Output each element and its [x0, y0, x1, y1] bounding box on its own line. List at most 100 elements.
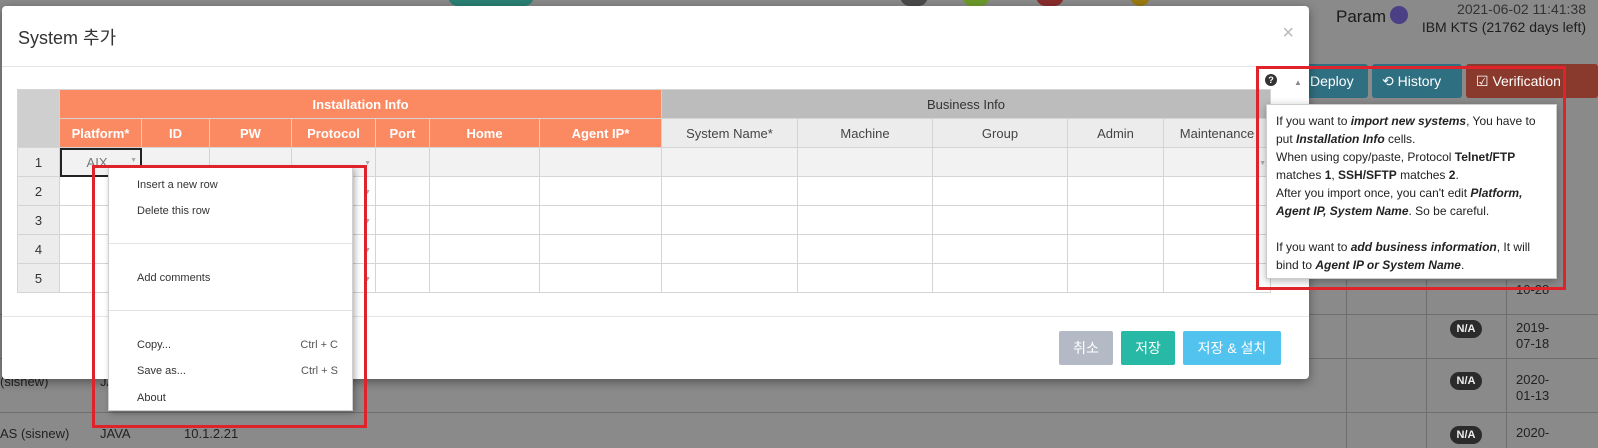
verification-label: Verification: [1492, 73, 1561, 89]
maintenance-cell[interactable]: [1163, 147, 1271, 177]
grid-cell[interactable]: [797, 147, 933, 177]
grid-cell[interactable]: [1067, 205, 1164, 235]
grid-cell[interactable]: [539, 176, 662, 206]
grid-cell[interactable]: [1067, 234, 1164, 264]
menu-shortcut: Ctrl + S: [301, 365, 338, 377]
grid-cell[interactable]: [429, 147, 540, 177]
grid-cell[interactable]: [1163, 234, 1271, 264]
grid-cell[interactable]: [1163, 263, 1271, 293]
deploy-button[interactable]: Deploy: [1300, 64, 1368, 98]
deploy-label: Deploy: [1310, 73, 1354, 89]
grid-cell[interactable]: [1067, 176, 1164, 206]
grid-cell[interactable]: [539, 234, 662, 264]
row-number[interactable]: 4: [17, 234, 60, 264]
row-number[interactable]: 1: [17, 147, 60, 177]
save-button[interactable]: 저장: [1121, 331, 1175, 365]
col-header-platform[interactable]: Platform*: [59, 118, 142, 148]
grid-cell[interactable]: [797, 205, 933, 235]
menu-shortcut: Ctrl + C: [300, 339, 338, 351]
status-badge: N/A: [1450, 372, 1482, 390]
grid-cell[interactable]: [797, 263, 933, 293]
grid-cell[interactable]: [429, 176, 540, 206]
grid-cell[interactable]: [932, 147, 1068, 177]
help-text: .: [1460, 258, 1465, 272]
grid-cell[interactable]: [661, 147, 798, 177]
history-label: History: [1397, 73, 1442, 89]
menu-item-insert-row[interactable]: Insert a new row: [137, 174, 338, 196]
param-label[interactable]: Param: [1336, 6, 1409, 27]
menu-item-copy[interactable]: Copy... Ctrl + C: [137, 334, 338, 356]
grid-cell[interactable]: [429, 234, 540, 264]
grid-cell[interactable]: [539, 147, 662, 177]
platform-value: AIX: [86, 154, 108, 170]
menu-item-save-as[interactable]: Save as... Ctrl + S: [137, 360, 338, 382]
col-header-port[interactable]: Port: [375, 118, 430, 148]
menu-item-delete-row[interactable]: Delete this row: [137, 200, 338, 222]
grid-cell[interactable]: [375, 234, 430, 264]
grid-cell[interactable]: [932, 263, 1068, 293]
grid-cell[interactable]: [375, 176, 430, 206]
grid-cell[interactable]: [539, 205, 662, 235]
col-header-group[interactable]: Group: [932, 118, 1068, 148]
menu-item-add-comments[interactable]: Add comments: [137, 267, 338, 289]
help-text: .: [1455, 168, 1459, 182]
help-spacer: [1276, 220, 1547, 238]
col-header-machine[interactable]: Machine: [797, 118, 933, 148]
bg-system-name: AS (sisnew): [0, 426, 70, 441]
help-text: SSH/SFTP: [1338, 168, 1397, 182]
col-header-id[interactable]: ID: [141, 118, 210, 148]
history-button[interactable]: ⟲ History: [1372, 64, 1462, 98]
grid-cell[interactable]: [375, 263, 430, 293]
col-header-protocol[interactable]: Protocol: [291, 118, 376, 148]
menu-item-label: About: [137, 392, 166, 404]
grid-cell[interactable]: [797, 234, 933, 264]
help-paragraph: If you want to import new systems, You h…: [1276, 112, 1547, 148]
bg-col-divider: [1426, 280, 1427, 448]
menu-separator: [109, 243, 352, 244]
col-header-pw[interactable]: PW: [209, 118, 292, 148]
row-number[interactable]: 3: [17, 205, 60, 235]
grid-cell[interactable]: [1067, 147, 1164, 177]
save-and-install-button[interactable]: 저장 & 설치: [1183, 331, 1281, 365]
menu-item-label: Insert a new row: [137, 179, 218, 191]
col-header-system-name[interactable]: System Name*: [661, 118, 798, 148]
close-icon[interactable]: ×: [1282, 22, 1294, 45]
grid-cell[interactable]: [375, 147, 430, 177]
col-header-maintenance[interactable]: Maintenance: [1163, 118, 1271, 148]
grid-cell[interactable]: [932, 234, 1068, 264]
bg-date: 10-28: [1516, 282, 1550, 297]
param-text: Param: [1336, 7, 1387, 26]
check-icon: ☑: [1476, 73, 1493, 89]
grid-cell[interactable]: [429, 263, 540, 293]
grid-cell[interactable]: [375, 205, 430, 235]
grid-cell[interactable]: [661, 263, 798, 293]
modal-title: System 추가: [18, 28, 117, 48]
grid-cell[interactable]: [932, 205, 1068, 235]
col-header-admin[interactable]: Admin: [1067, 118, 1164, 148]
verification-button[interactable]: ☑ Verification: [1466, 64, 1598, 98]
help-popover: If you want to import new systems, You h…: [1266, 104, 1557, 279]
menu-item-about[interactable]: About: [137, 387, 338, 409]
help-text: matches: [1396, 168, 1449, 182]
cancel-button[interactable]: 취소: [1059, 331, 1113, 365]
grid-cell[interactable]: [1163, 205, 1271, 235]
help-icon[interactable]: ?: [1265, 74, 1277, 86]
help-text: import new systems: [1350, 114, 1467, 128]
help-text: Telnet/FTP: [1454, 150, 1516, 164]
bg-date: 01-13: [1516, 388, 1550, 403]
grid-corner: [17, 89, 60, 148]
grid-cell[interactable]: [797, 176, 933, 206]
grid-cell[interactable]: [429, 205, 540, 235]
row-number[interactable]: 2: [17, 176, 60, 206]
grid-cell[interactable]: [1163, 176, 1271, 206]
grid-cell[interactable]: [661, 234, 798, 264]
grid-cell[interactable]: [1067, 263, 1164, 293]
grid-cell[interactable]: [932, 176, 1068, 206]
grid-cell[interactable]: [661, 176, 798, 206]
row-number[interactable]: 5: [17, 263, 60, 293]
col-header-agent-ip[interactable]: Agent IP*: [539, 118, 662, 148]
grid-cell[interactable]: [539, 263, 662, 293]
col-header-home[interactable]: Home: [429, 118, 540, 148]
bg-date: 07-18: [1516, 336, 1550, 351]
grid-cell[interactable]: [661, 205, 798, 235]
